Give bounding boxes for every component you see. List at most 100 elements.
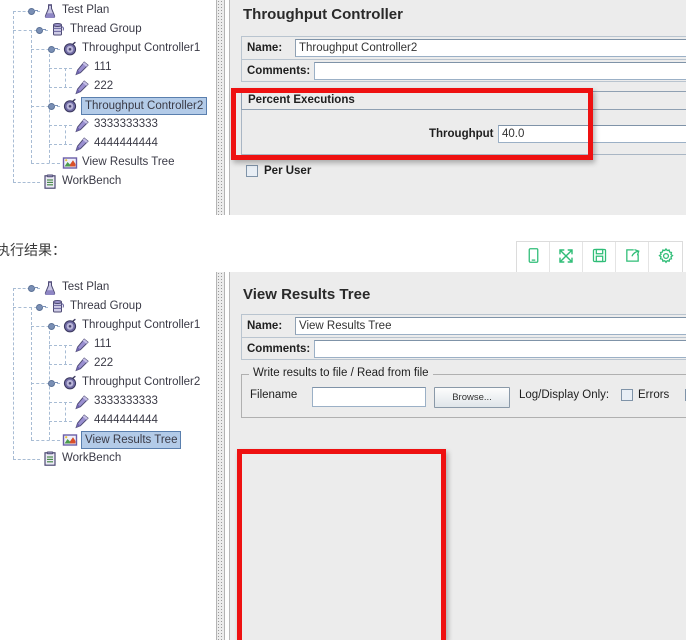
- tree-node[interactable]: Throughput Controller2: [62, 96, 208, 115]
- sampler-icon: [74, 136, 90, 152]
- tree-node[interactable]: View Results Tree: [62, 430, 182, 449]
- sampler-icon: [74, 394, 90, 410]
- settings-button[interactable]: [649, 242, 682, 274]
- tree-expand-handle[interactable]: [36, 302, 46, 311]
- tree-node-label: View Results Tree: [82, 156, 175, 168]
- vrt-name-input[interactable]: [295, 317, 686, 335]
- tree-node-label: 111: [94, 61, 112, 73]
- tree-connector: [49, 421, 72, 422]
- tree-node[interactable]: WorkBench: [42, 172, 121, 191]
- tree-node[interactable]: Throughput Controller1: [62, 316, 200, 335]
- vrt-comments-label: Comments:: [247, 343, 311, 355]
- bottom-test-plan-tree[interactable]: Test Plan Thread Group Throughput Controll…: [0, 272, 216, 640]
- tree-connector: [49, 87, 72, 88]
- tree-node-label: Throughput Controller2: [81, 96, 208, 115]
- view-results-tree-icon: [62, 432, 78, 448]
- per-user-label: Per User: [264, 165, 312, 177]
- bottom-test-plan-tree-pane[interactable]: Test Plan Thread Group Throughput Controll…: [0, 272, 216, 640]
- tree-expand-handle[interactable]: [48, 378, 58, 387]
- write-results-group: Write results to file / Read from file F…: [241, 367, 686, 418]
- tree-node[interactable]: 4444444444: [74, 134, 158, 153]
- top-test-plan-tree[interactable]: Test Plan Thread Group Throughput Controll…: [0, 0, 216, 215]
- browse-button[interactable]: Browse...: [434, 387, 510, 408]
- view-results-tree-icon: [62, 155, 78, 171]
- filename-label: Filename: [250, 389, 298, 401]
- vrt-name-row: Name:: [241, 314, 686, 337]
- name-input[interactable]: [295, 39, 686, 57]
- tree-node-label: Thread Group: [70, 300, 142, 312]
- sampler-icon: [74, 60, 90, 76]
- floating-toolbar[interactable]: [516, 241, 683, 275]
- tree-node[interactable]: 111: [74, 58, 111, 77]
- tree-node-label: Throughput Controller2: [82, 376, 201, 388]
- tree-node[interactable]: Thread Group: [50, 20, 142, 39]
- tree-node[interactable]: Thread Group: [50, 297, 142, 316]
- tree-expand-handle[interactable]: [48, 101, 58, 110]
- sampler-icon: [74, 356, 90, 372]
- filename-input[interactable]: [312, 387, 426, 407]
- share-button[interactable]: [616, 242, 649, 274]
- tree-connector: [13, 182, 40, 183]
- tree-expand-handle[interactable]: [36, 25, 46, 34]
- comments-input[interactable]: [314, 62, 686, 80]
- tree-node-label: 222: [94, 357, 114, 369]
- errors-checkbox[interactable]: [621, 389, 633, 401]
- bottom-splitter[interactable]: [216, 272, 225, 640]
- thread-group-icon: [50, 299, 66, 315]
- throughput-input[interactable]: [498, 125, 686, 143]
- tree-connector: [65, 68, 66, 87]
- test-plan-icon: [42, 280, 58, 296]
- tree-connector: [31, 440, 60, 441]
- throughput-controller-panel: Throughput Controller Name: Comments: Pe…: [229, 0, 686, 215]
- tree-expand-handle[interactable]: [48, 44, 58, 53]
- tree-connector: [65, 125, 66, 144]
- vrt-page-title: View Results Tree: [243, 286, 371, 303]
- top-splitter[interactable]: [216, 0, 225, 215]
- tree-node-label: 3333333333: [94, 118, 158, 130]
- tree-expand-handle[interactable]: [28, 283, 38, 292]
- save-icon: [591, 247, 608, 269]
- top-test-plan-tree-pane[interactable]: Test Plan Thread Group Throughput Controll…: [0, 0, 216, 215]
- tree-node[interactable]: View Results Tree: [62, 153, 174, 172]
- workbench-icon: [42, 451, 58, 467]
- comments-row: Comments:: [241, 59, 686, 82]
- tree-node[interactable]: 111: [74, 335, 111, 354]
- share-icon: [624, 247, 641, 269]
- sampler-icon: [74, 79, 90, 95]
- tree-node-label: Throughput Controller1: [82, 319, 201, 331]
- tree-node-label: Throughput Controller1: [82, 42, 201, 54]
- tree-node[interactable]: 3333333333: [74, 392, 158, 411]
- tree-connector: [49, 68, 72, 69]
- tree-node[interactable]: WorkBench: [42, 449, 121, 468]
- tree-node[interactable]: Test Plan: [42, 1, 109, 20]
- tree-connector: [49, 364, 72, 365]
- comments-label: Comments:: [247, 65, 311, 77]
- tree-node-label: 111: [94, 338, 112, 350]
- tree-node[interactable]: 222: [74, 77, 113, 96]
- section-caption: 执行结果：: [0, 243, 66, 259]
- tree-connector: [13, 11, 14, 182]
- tree-node[interactable]: 4444444444: [74, 411, 158, 430]
- tree-node-label: Thread Group: [70, 23, 142, 35]
- tree-node-label: 4444444444: [94, 414, 158, 426]
- tree-node[interactable]: Test Plan: [42, 278, 109, 297]
- save-button[interactable]: [583, 242, 616, 274]
- per-user-row[interactable]: Per User: [246, 165, 311, 177]
- tree-node-label: WorkBench: [62, 452, 122, 464]
- tree-node[interactable]: Throughput Controller1: [62, 39, 200, 58]
- page-title: Throughput Controller: [243, 6, 403, 23]
- tree-node[interactable]: 3333333333: [74, 115, 158, 134]
- tree-connector: [13, 459, 40, 460]
- tree-node[interactable]: 222: [74, 354, 113, 373]
- workbench-icon: [42, 174, 58, 190]
- tree-node-label: 222: [94, 80, 114, 92]
- mobile-view-button[interactable]: [517, 242, 550, 274]
- tree-expand-handle[interactable]: [48, 321, 58, 330]
- throughput-controller-icon: [62, 318, 78, 334]
- expand-button[interactable]: [550, 242, 583, 274]
- tree-expand-handle[interactable]: [28, 6, 38, 15]
- tree-node[interactable]: Throughput Controller2: [62, 373, 200, 392]
- vrt-comments-input[interactable]: [314, 340, 686, 358]
- per-user-checkbox[interactable]: [246, 165, 258, 177]
- test-plan-icon: [42, 3, 58, 19]
